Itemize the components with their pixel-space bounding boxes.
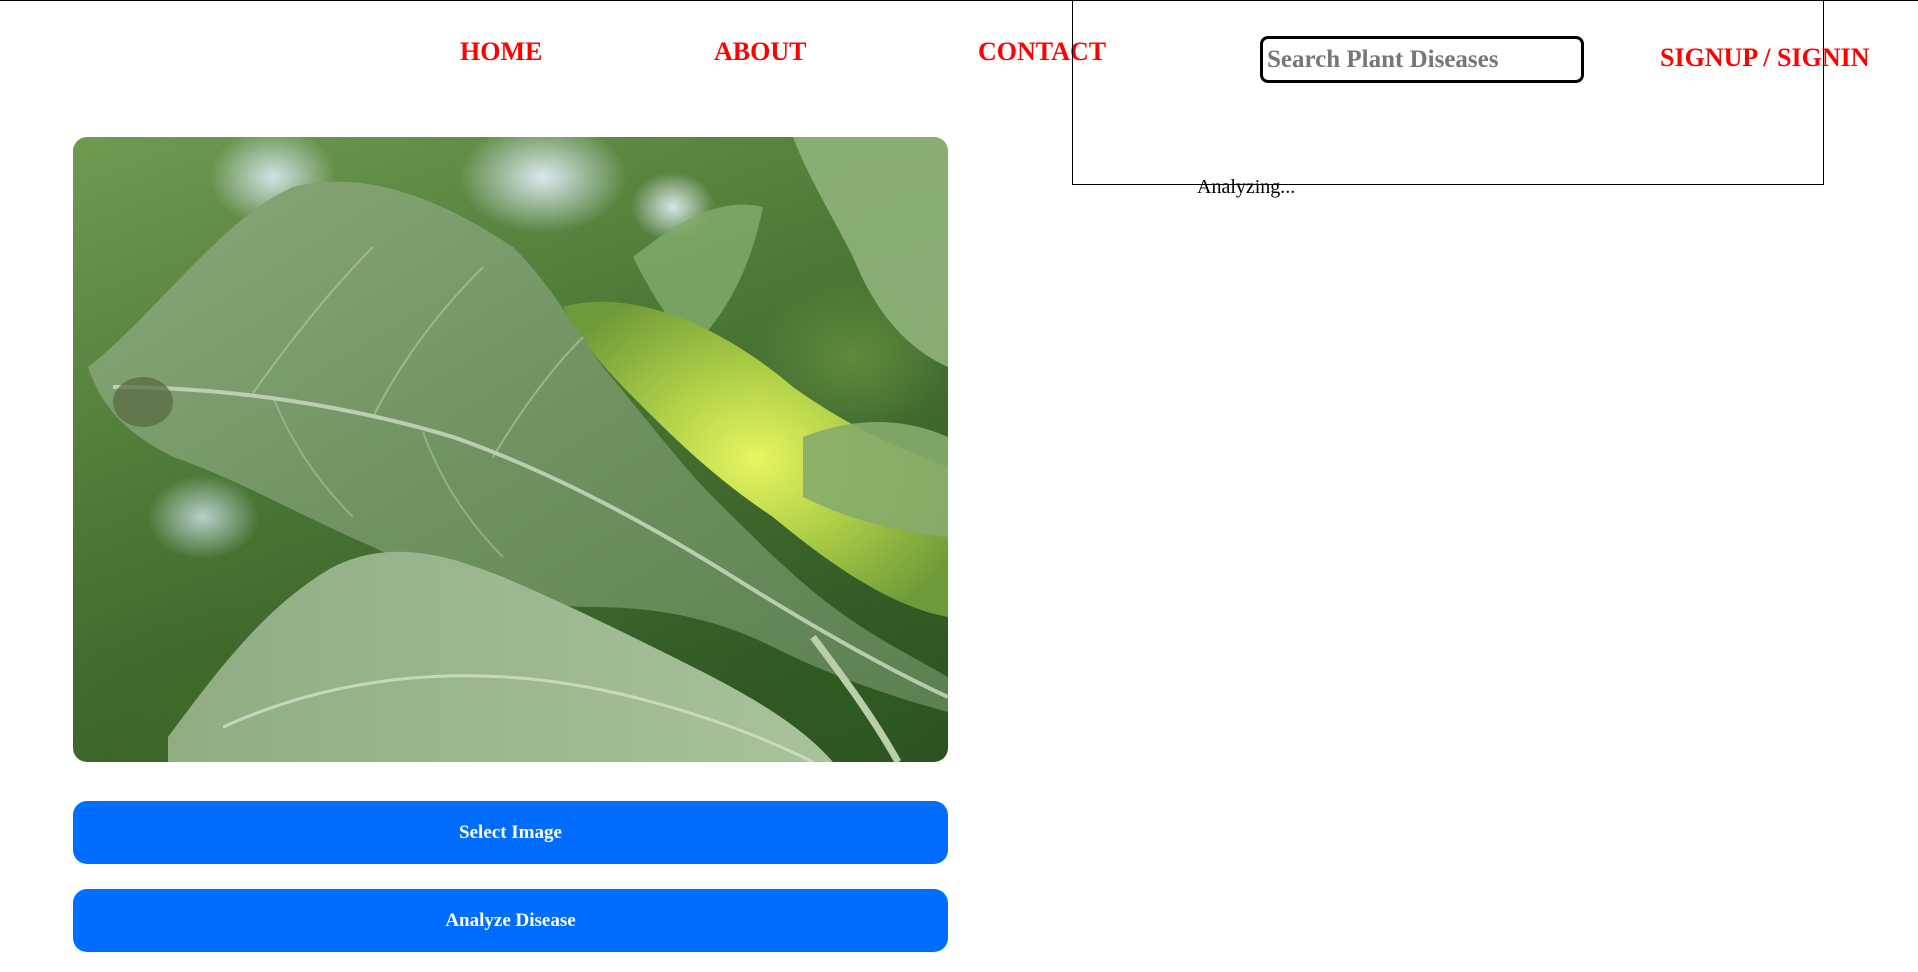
page: HOME ABOUT CONTACT SIGNUP / SIGNIN Analy… xyxy=(0,0,1918,972)
nav-home-link[interactable]: HOME xyxy=(460,37,542,67)
result-panel-frame xyxy=(1072,0,1824,185)
select-image-button[interactable]: Select Image xyxy=(73,801,948,864)
nav-about-link[interactable]: ABOUT xyxy=(714,37,806,67)
leaf-photo-illustration xyxy=(88,137,948,762)
analysis-status: Analyzing... xyxy=(1197,176,1296,198)
analyze-disease-button[interactable]: Analyze Disease xyxy=(73,889,948,952)
leaf-image-preview xyxy=(73,137,948,762)
nav-signup-signin-link[interactable]: SIGNUP / SIGNIN xyxy=(1660,43,1870,73)
search-input[interactable] xyxy=(1260,36,1584,83)
nav-contact-link[interactable]: CONTACT xyxy=(978,37,1106,67)
